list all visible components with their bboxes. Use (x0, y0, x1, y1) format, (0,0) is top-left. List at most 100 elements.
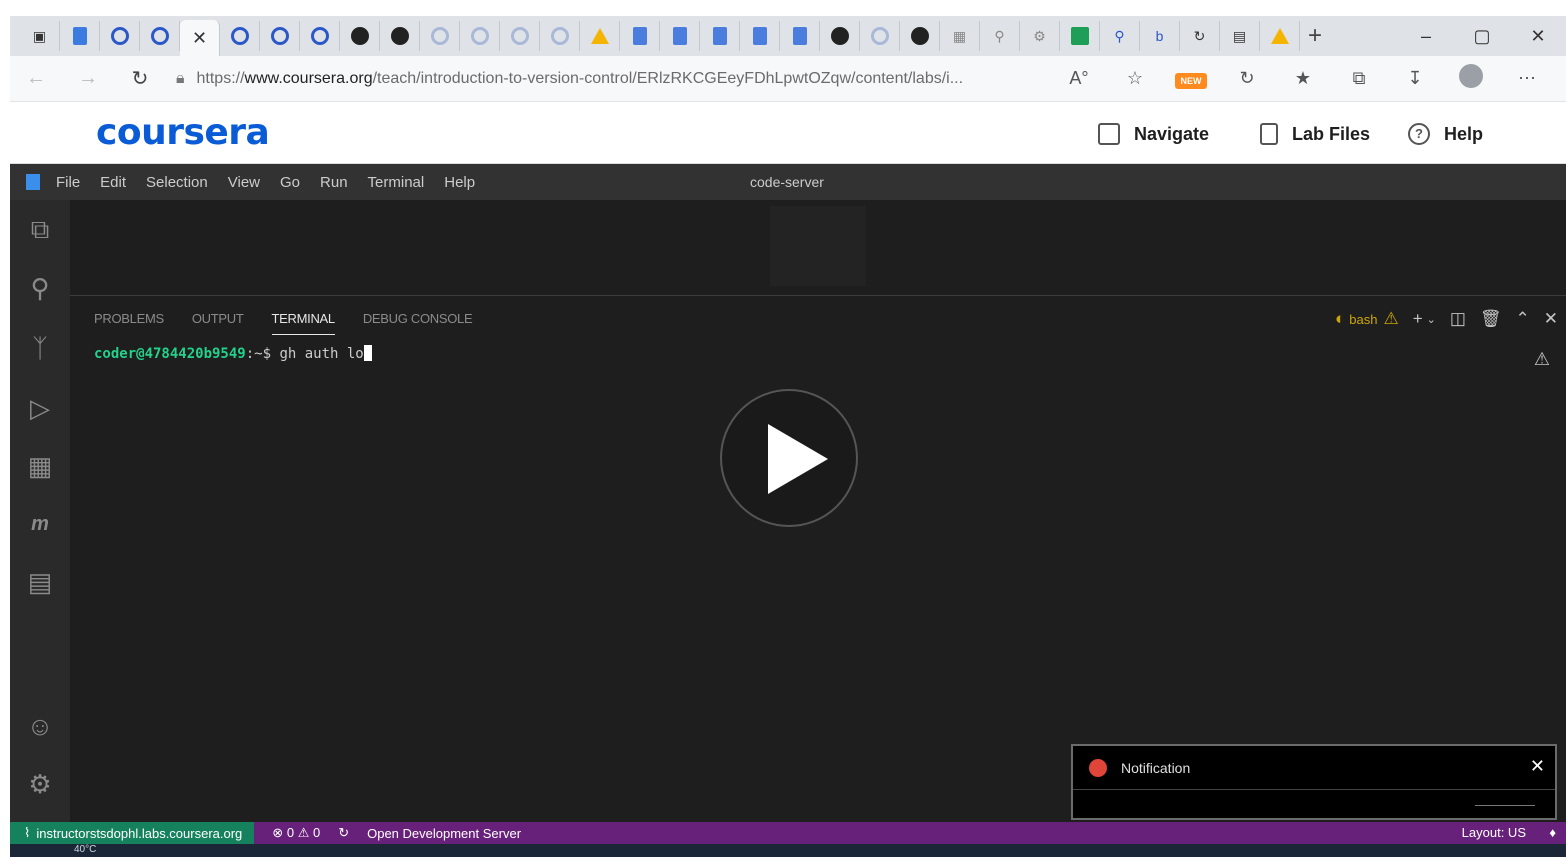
downloads-icon[interactable]: ↧ (1387, 68, 1443, 89)
menu-selection[interactable]: Selection (146, 174, 208, 191)
tab-copilot[interactable]: ↻ (1180, 21, 1220, 51)
tab-search[interactable]: ⚲ (980, 21, 1020, 51)
favorite-star-icon[interactable]: ☆ (1107, 68, 1163, 89)
remote-indicator[interactable]: ⌇ instructorstsdophl.labs.coursera.org (10, 822, 255, 844)
help-button[interactable]: ? Help (1408, 120, 1483, 148)
menu-help[interactable]: Help (444, 174, 475, 191)
menu-edit[interactable]: Edit (100, 174, 126, 191)
warning-icon[interactable]: ⚠ (1383, 309, 1398, 329)
reload-button[interactable]: ↻ (114, 66, 166, 91)
close-window-button[interactable]: ✕ (1510, 26, 1566, 47)
tab-problems[interactable]: PROBLEMS (94, 311, 164, 335)
tab-actions-icon[interactable]: ▣ (20, 21, 60, 51)
open-dev-server-button[interactable]: Open Development Server (367, 826, 521, 841)
explorer-icon[interactable]: ⧉ (24, 214, 56, 246)
profile-avatar[interactable] (1443, 64, 1499, 93)
close-panel-icon[interactable]: ✕ (1544, 309, 1558, 329)
vscode-logo-icon[interactable] (26, 174, 40, 190)
minimap[interactable] (770, 206, 866, 286)
tab-debug-console[interactable]: DEBUG CONSOLE (363, 311, 473, 335)
bell-icon[interactable]: ♦ (1549, 825, 1556, 840)
tab-docs[interactable] (740, 21, 780, 51)
tab-google[interactable] (540, 21, 580, 51)
read-aloud-icon[interactable]: A° (1051, 68, 1107, 89)
keyboard-layout[interactable]: Layout: US (1462, 825, 1526, 840)
tab-drive[interactable] (1260, 21, 1300, 51)
tab-docs[interactable] (700, 21, 740, 51)
shell-selector[interactable]: bash (1349, 312, 1377, 327)
menu-view[interactable]: View (228, 174, 260, 191)
tab-google[interactable] (260, 21, 300, 51)
tab-google[interactable] (100, 21, 140, 51)
tab-google[interactable] (860, 21, 900, 51)
tab-output[interactable]: OUTPUT (192, 311, 244, 335)
tab-window[interactable]: ▤ (1220, 21, 1260, 51)
accounts-icon[interactable]: ☺ (24, 710, 56, 742)
trash-icon[interactable]: 🗑︎ (1480, 309, 1502, 329)
tab-github[interactable] (380, 21, 420, 51)
maximize-panel-icon[interactable]: ⌃ (1516, 309, 1530, 329)
collections-icon[interactable]: ⧉ (1331, 68, 1387, 89)
preview-icon[interactable]: ▤ (24, 566, 56, 598)
tab-settings[interactable]: ⚙ (1020, 21, 1060, 51)
tab-misc[interactable]: ▦ (940, 21, 980, 51)
tab-docs[interactable] (620, 21, 660, 51)
favorites-icon[interactable]: ★ (1275, 68, 1331, 89)
sync-icon[interactable]: ↻ (338, 825, 349, 841)
navigate-button[interactable]: Navigate (1098, 120, 1209, 148)
menu-file[interactable]: File (56, 174, 80, 191)
more-menu-icon[interactable]: ⋯ (1499, 68, 1555, 89)
lock-icon[interactable]: 🔒︎ (176, 70, 185, 88)
gear-icon[interactable]: ⚙ (24, 768, 56, 800)
extension-custom-icon[interactable]: m (24, 508, 56, 540)
tab-drive[interactable] (580, 21, 620, 51)
tab-current[interactable]: ✕ (180, 20, 220, 56)
source-control-icon[interactable]: ᛉ (24, 332, 56, 364)
tab-google[interactable] (300, 21, 340, 51)
tab-coursera-lab[interactable] (60, 21, 100, 51)
tab-docs[interactable] (780, 21, 820, 51)
notification-scrollbar[interactable] (1475, 805, 1535, 806)
new-tab-button[interactable]: + (1308, 22, 1322, 50)
close-tab-icon[interactable]: ✕ (192, 28, 207, 49)
tab-google[interactable] (420, 21, 460, 51)
sheets-icon (1070, 27, 1089, 45)
tab-terminal[interactable]: TERMINAL (271, 311, 335, 335)
close-icon[interactable]: ✕ (1530, 756, 1545, 777)
forward-button[interactable]: → (62, 67, 114, 90)
tab-docs[interactable] (660, 21, 700, 51)
chevron-down-icon[interactable]: ⌄ (1427, 313, 1436, 326)
run-debug-icon[interactable]: ▷ (24, 392, 56, 424)
extensions-icon[interactable]: ▦ (24, 450, 56, 482)
tab-sheets[interactable] (1060, 21, 1100, 51)
tab-github[interactable] (820, 21, 860, 51)
refresh-extension-icon[interactable]: ↻ (1219, 68, 1275, 89)
tab-google[interactable] (140, 21, 180, 51)
minimize-button[interactable]: – (1398, 26, 1454, 47)
new-feature-icon[interactable]: NEW (1163, 68, 1219, 89)
tab-google[interactable] (220, 21, 260, 51)
new-terminal-icon[interactable]: + (1413, 309, 1423, 329)
menu-terminal[interactable]: Terminal (368, 174, 425, 191)
back-button[interactable]: ← (10, 67, 62, 90)
github-icon (350, 27, 369, 45)
editor-area[interactable] (70, 200, 1566, 296)
menu-run[interactable]: Run (320, 174, 348, 191)
terminal-output[interactable]: coder@4784420b9549:~$ gh auth lo (94, 345, 372, 362)
warning-icon[interactable]: ⚠ (1534, 349, 1550, 370)
tab-github[interactable] (340, 21, 380, 51)
tab-google[interactable] (500, 21, 540, 51)
lab-files-button[interactable]: Lab Files (1260, 120, 1370, 148)
video-play-button[interactable] (720, 389, 858, 527)
tab-bing[interactable]: b (1140, 21, 1180, 51)
tab-search[interactable]: ⚲ (1100, 21, 1140, 51)
menu-go[interactable]: Go (280, 174, 300, 191)
tab-github[interactable] (900, 21, 940, 51)
maximize-button[interactable]: ▢ (1454, 26, 1510, 47)
problems-indicator[interactable]: ⊗ 0 ⚠ 0 (272, 825, 320, 841)
coursera-logo[interactable]: coursera (96, 112, 270, 153)
search-icon[interactable]: ⚲ (24, 272, 56, 304)
split-terminal-icon[interactable]: ◫ (1450, 309, 1466, 329)
tab-google[interactable] (460, 21, 500, 51)
url-input[interactable]: 🔒︎ https://www.coursera.org/teach/introd… (176, 63, 1051, 95)
